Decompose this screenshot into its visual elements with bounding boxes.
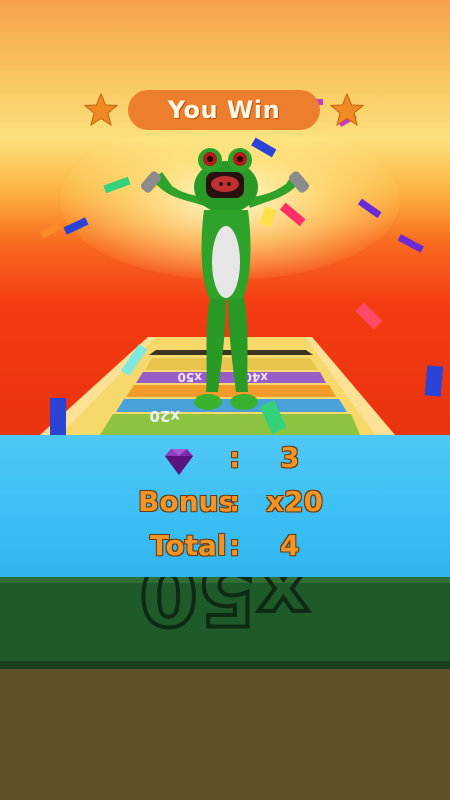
star-icon bbox=[84, 93, 118, 127]
track-label-1: x50 bbox=[178, 370, 202, 384]
bonus-separator: : bbox=[229, 485, 241, 518]
star-icon bbox=[330, 93, 364, 127]
total-row: Total : 4 bbox=[0, 529, 450, 569]
track-label-3: x20 bbox=[149, 407, 180, 425]
bonus-value: x20 bbox=[266, 485, 324, 518]
bonus-label: Bonus bbox=[138, 485, 236, 518]
total-value: 4 bbox=[280, 529, 300, 562]
foreground-floor: x50 bbox=[0, 577, 450, 800]
you-win-banner: You Win bbox=[128, 90, 320, 130]
gems-separator: : bbox=[229, 441, 241, 474]
purple-gem-icon bbox=[165, 449, 193, 475]
game-scene: x50 x40 x20 bbox=[39, 99, 444, 435]
bonus-row: Bonus : x20 bbox=[0, 485, 450, 525]
total-label: Total bbox=[150, 529, 227, 562]
floor-multiplier-label: x50 bbox=[139, 577, 310, 643]
you-win-title: You Win bbox=[167, 96, 281, 124]
total-separator: : bbox=[229, 529, 241, 562]
results-panel: : 3 Bonus : x20 Total : 4 bbox=[0, 435, 450, 577]
gems-row: : 3 bbox=[0, 441, 450, 481]
gems-value: 3 bbox=[280, 441, 300, 474]
